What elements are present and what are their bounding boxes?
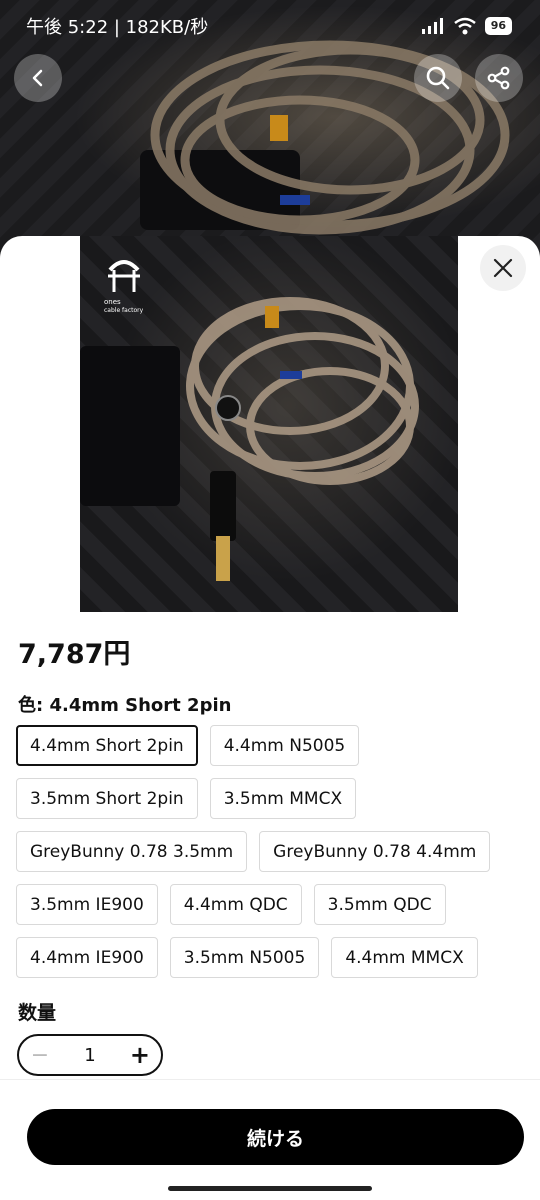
brand-tagline: cable factory — [104, 307, 144, 314]
color-option[interactable]: 4.4mm QDC — [169, 884, 302, 925]
color-option[interactable]: 4.4mm N5005 — [209, 725, 360, 766]
status-icons: 96 — [421, 17, 512, 35]
share-button[interactable] — [475, 54, 523, 102]
quantity-label: 数量 — [18, 1002, 57, 1024]
color-option[interactable]: 3.5mm MMCX — [209, 778, 357, 819]
product-image: ones cable factory — [80, 236, 458, 612]
color-option[interactable]: 3.5mm IE900 — [16, 884, 158, 925]
selected-color-value: 4.4mm Short 2pin — [49, 695, 232, 716]
color-option[interactable]: GreyBunny 0.78 3.5mm — [16, 831, 248, 872]
color-option[interactable]: 3.5mm N5005 — [169, 937, 320, 978]
color-option-list: 4.4mm Short 2pin 4.4mm N5005 3.5mm Short… — [16, 725, 526, 978]
search-icon — [426, 66, 450, 90]
color-selection-label: 色: 4.4mm Short 2pin — [18, 691, 231, 717]
color-option[interactable]: 3.5mm QDC — [313, 884, 446, 925]
wifi-icon — [453, 17, 476, 35]
quantity-stepper: − 1 + — [17, 1034, 163, 1076]
quantity-decrease-button[interactable]: − — [29, 1043, 51, 1068]
share-icon — [487, 66, 510, 90]
color-option[interactable]: 4.4mm MMCX — [331, 937, 478, 978]
status-time: 午後 5:22 | 182KB/秒 — [26, 17, 209, 38]
home-indicator — [168, 1186, 372, 1191]
close-icon — [493, 258, 513, 278]
brand-name: ones — [104, 298, 121, 306]
back-button[interactable] — [14, 54, 62, 102]
color-option[interactable]: GreyBunny 0.78 4.4mm — [259, 831, 491, 872]
color-option[interactable]: 4.4mm Short 2pin — [16, 725, 198, 766]
product-price: 7,787円 — [18, 639, 131, 670]
divider — [0, 1079, 540, 1080]
color-option[interactable]: 3.5mm Short 2pin — [16, 778, 198, 819]
quantity-increase-button[interactable]: + — [129, 1041, 151, 1069]
brand-logo: ones cable factory — [104, 260, 144, 314]
search-button[interactable] — [414, 54, 462, 102]
status-bar: 午後 5:22 | 182KB/秒 96 — [0, 0, 540, 52]
color-option[interactable]: 4.4mm IE900 — [16, 937, 158, 978]
variant-selector-sheet: ones cable factory 7,787円 色: 4.4mm Short… — [0, 236, 540, 1200]
close-button[interactable] — [480, 245, 526, 291]
chevron-left-icon — [32, 69, 43, 87]
color-label-prefix: 色: — [18, 695, 44, 716]
quantity-value[interactable]: 1 — [84, 1045, 95, 1066]
signal-icon — [421, 18, 443, 34]
continue-button[interactable]: 続ける — [27, 1109, 524, 1165]
battery-indicator: 96 — [484, 17, 512, 35]
